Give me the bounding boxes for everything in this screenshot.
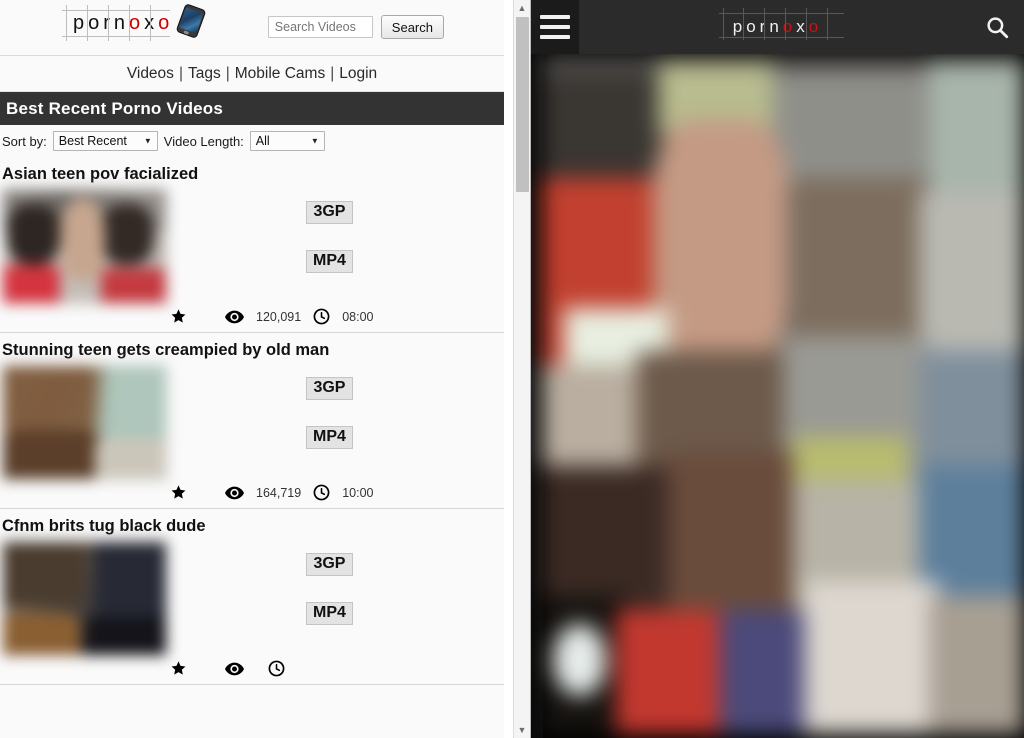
clock-icon bbox=[313, 308, 330, 325]
video-title[interactable]: Asian teen pov facialized bbox=[0, 157, 504, 189]
eye-icon bbox=[225, 310, 244, 324]
mobile-featured-image[interactable] bbox=[542, 54, 1024, 734]
logo-text-part-1: porn bbox=[73, 12, 130, 34]
logo-text-part-red-2: o bbox=[158, 12, 174, 34]
view-count: 164,719 bbox=[256, 485, 302, 500]
logo-text-part-red-1: o bbox=[129, 12, 145, 34]
sort-by-label: Sort by: bbox=[2, 133, 47, 149]
desktop-site-pane: pornoxo Search Videos | Tags | Mobile Ca… bbox=[0, 0, 531, 738]
main-nav: Videos | Tags | Mobile Cams | Login bbox=[0, 56, 504, 92]
mobile-logo-text-part-red-2: o bbox=[808, 17, 823, 36]
scroll-up-arrow-icon[interactable]: ▲ bbox=[514, 0, 530, 16]
clock-icon bbox=[268, 660, 285, 677]
search-icon[interactable] bbox=[984, 14, 1010, 40]
mobile-phone-icon bbox=[175, 3, 207, 39]
search-button[interactable]: Search bbox=[380, 15, 444, 39]
video-duration: 10:00 bbox=[342, 485, 374, 500]
search-input[interactable] bbox=[267, 16, 373, 38]
logo-wordmark: pornoxo bbox=[62, 5, 176, 41]
clock-icon bbox=[313, 484, 330, 501]
format-button-mp4[interactable]: MP4 bbox=[306, 426, 353, 449]
nav-item-login[interactable]: Login bbox=[339, 65, 377, 83]
format-buttons: 3GP MP4 bbox=[306, 377, 353, 449]
video-stats: 164,719 10:00 bbox=[0, 484, 504, 501]
mobile-logo-text-part-2: x bbox=[796, 17, 809, 36]
desktop-site-content: pornoxo Search Videos | Tags | Mobile Ca… bbox=[0, 0, 504, 738]
page-title: Best Recent Porno Videos bbox=[0, 92, 504, 125]
video-list-item[interactable]: Asian teen pov facialized 3GP MP4 120,09… bbox=[0, 157, 504, 333]
star-icon[interactable] bbox=[170, 660, 187, 677]
video-length-label: Video Length: bbox=[163, 133, 244, 149]
mobile-logo-wordmark: pornoxo bbox=[718, 8, 844, 42]
video-duration: 08:00 bbox=[342, 309, 374, 324]
video-list-item[interactable]: Stunning teen gets creampied by old man … bbox=[0, 333, 504, 509]
mobile-content-stage bbox=[531, 54, 1024, 738]
nav-separator: | bbox=[330, 64, 335, 82]
scrollbar-thumb[interactable] bbox=[516, 17, 529, 192]
format-button-3gp[interactable]: 3GP bbox=[306, 377, 353, 400]
video-thumbnail[interactable] bbox=[2, 541, 167, 656]
eye-icon bbox=[225, 662, 244, 676]
nav-item-videos[interactable]: Videos bbox=[127, 65, 174, 83]
screenshot-root: pornoxo Search Videos | Tags | Mobile Ca… bbox=[0, 0, 1024, 738]
scroll-down-arrow-icon[interactable]: ▼ bbox=[514, 722, 530, 738]
sort-by-value: Best Recent bbox=[58, 134, 127, 148]
format-button-mp4[interactable]: MP4 bbox=[306, 602, 353, 625]
format-buttons: 3GP MP4 bbox=[306, 553, 353, 625]
vertical-scrollbar[interactable]: ▲ ▼ bbox=[513, 0, 530, 738]
filter-bar: Sort by: Best Recent Video Length: All bbox=[0, 125, 504, 157]
eye-icon bbox=[225, 486, 244, 500]
video-title[interactable]: Cfnm brits tug black dude bbox=[0, 509, 504, 541]
format-button-3gp[interactable]: 3GP bbox=[306, 201, 353, 224]
mobile-logo-text-part-1: porn bbox=[732, 17, 783, 36]
video-title[interactable]: Stunning teen gets creampied by old man bbox=[0, 333, 504, 365]
mobile-header: pornoxo bbox=[531, 0, 1024, 54]
mobile-logo-text-part-red-1: o bbox=[782, 17, 797, 36]
nav-item-tags[interactable]: Tags bbox=[188, 65, 221, 83]
video-length-value: All bbox=[255, 134, 270, 148]
video-stats bbox=[0, 660, 504, 677]
logo-text-part-2: x bbox=[144, 12, 159, 34]
video-thumbnail[interactable] bbox=[2, 365, 167, 480]
nav-item-mobile-cams[interactable]: Mobile Cams bbox=[235, 65, 325, 83]
video-thumbnail[interactable] bbox=[2, 189, 167, 304]
mobile-site-logo: pornoxo bbox=[531, 0, 1024, 54]
video-stats: 120,091 08:00 bbox=[0, 308, 504, 325]
hamburger-menu-icon[interactable] bbox=[531, 0, 579, 54]
star-icon[interactable] bbox=[170, 484, 187, 501]
sort-by-select[interactable]: Best Recent bbox=[52, 131, 158, 151]
video-list-item[interactable]: Cfnm brits tug black dude 3GP MP4 bbox=[0, 509, 504, 685]
mobile-site-pane: pornoxo bbox=[531, 0, 1024, 738]
format-buttons: 3GP MP4 bbox=[306, 201, 353, 273]
site-logo[interactable]: pornoxo bbox=[62, 3, 207, 41]
nav-separator: | bbox=[178, 64, 183, 82]
view-count: 120,091 bbox=[256, 309, 302, 324]
nav-separator: | bbox=[225, 64, 230, 82]
star-icon[interactable] bbox=[170, 308, 187, 325]
search-area: Search bbox=[267, 15, 444, 39]
format-button-mp4[interactable]: MP4 bbox=[306, 250, 353, 273]
format-button-3gp[interactable]: 3GP bbox=[306, 553, 353, 576]
video-length-select[interactable]: All bbox=[249, 131, 325, 151]
site-header: pornoxo Search bbox=[0, 0, 504, 56]
